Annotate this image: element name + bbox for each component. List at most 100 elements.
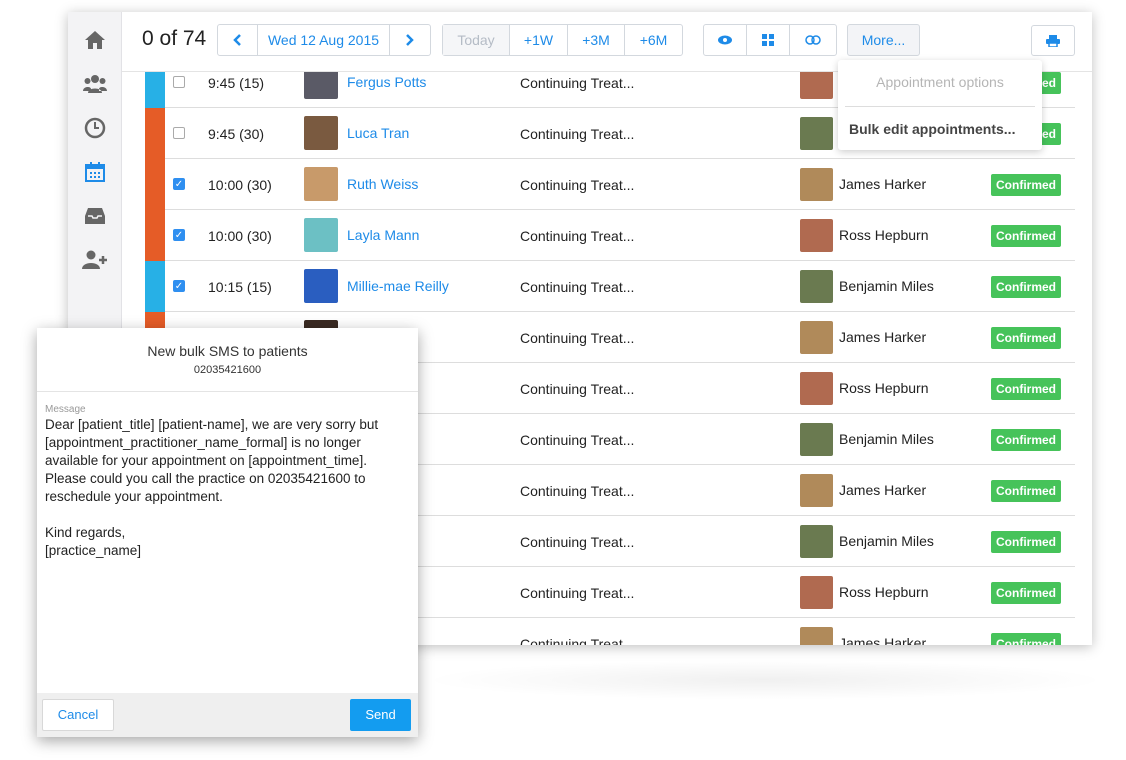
- eye-icon[interactable]: [704, 25, 748, 55]
- more-button[interactable]: More...: [847, 24, 920, 56]
- status-badge: Confirmed: [991, 378, 1061, 400]
- patient-name-link[interactable]: Layla Mann: [347, 227, 419, 243]
- plus-1w-button[interactable]: +1W: [510, 25, 568, 55]
- practitioner-name: Ross Hepburn: [839, 584, 929, 600]
- status-stripe: [145, 159, 165, 210]
- appointment-type: Continuing Treat...: [520, 636, 635, 645]
- table-row[interactable]: ✓ 10:15 (15) Millie-mae Reilly Continuin…: [145, 261, 1075, 312]
- patient-avatar: [304, 167, 338, 201]
- appointment-type: Continuing Treat...: [520, 228, 635, 244]
- patient-avatar: [304, 116, 338, 150]
- send-button[interactable]: Send: [350, 699, 411, 731]
- message-label: Message: [45, 404, 86, 415]
- appointment-time: 10:15 (15): [208, 279, 272, 295]
- table-row[interactable]: ✓ 10:00 (30) Layla Mann Continuing Treat…: [145, 210, 1075, 261]
- practitioner-avatar: [800, 321, 833, 354]
- practitioner-name: James Harker: [839, 329, 927, 345]
- appointment-type: Continuing Treat...: [520, 279, 635, 295]
- row-checkbox[interactable]: [173, 127, 185, 139]
- row-checkbox[interactable]: ✓: [173, 229, 185, 241]
- printer-icon: [1032, 26, 1074, 55]
- inbox-icon[interactable]: [81, 202, 109, 230]
- today-button[interactable]: Today: [443, 25, 510, 55]
- print-button[interactable]: [1031, 25, 1075, 56]
- appointment-type: Continuing Treat...: [520, 534, 635, 550]
- appointment-type: Continuing Treat...: [520, 330, 635, 346]
- home-icon[interactable]: [81, 26, 109, 54]
- practitioner-avatar: [800, 372, 833, 405]
- status-badge: Confirmed: [991, 531, 1061, 553]
- status-stripe: [145, 261, 165, 312]
- practitioner-name: Ross Hepburn: [839, 227, 929, 243]
- calendar-icon[interactable]: [81, 158, 109, 186]
- status-stripe: [145, 108, 165, 159]
- patient-name-link[interactable]: Fergus Potts: [347, 74, 426, 90]
- jump-buttons: Today +1W +3M +6M: [442, 24, 683, 56]
- patients-icon[interactable]: [81, 70, 109, 98]
- status-badge: Confirmed: [991, 582, 1061, 604]
- date-navigator: Wed 12 Aug 2015: [217, 24, 431, 56]
- practitioner-avatar: [800, 474, 833, 507]
- appointment-time: 10:00 (30): [208, 177, 272, 193]
- view-buttons: [703, 24, 837, 56]
- table-row[interactable]: ✓ 10:00 (30) Ruth Weiss Continuing Treat…: [145, 159, 1075, 210]
- appointment-type: Continuing Treat...: [520, 483, 635, 499]
- dialog-title: New bulk SMS to patients: [147, 343, 308, 359]
- bulk-sms-dialog: New bulk SMS to patients 02035421600 Mes…: [37, 328, 418, 737]
- status-badge: Confirmed: [991, 174, 1061, 196]
- patient-name-link[interactable]: Luca Tran: [347, 125, 409, 141]
- row-checkbox[interactable]: ✓: [173, 178, 185, 190]
- clock-icon[interactable]: [81, 114, 109, 142]
- patient-avatar: [304, 218, 338, 252]
- practitioner-name: Benjamin Miles: [839, 533, 934, 549]
- practitioner-avatar: [800, 627, 833, 645]
- practitioner-name: Benjamin Miles: [839, 278, 934, 294]
- message-textarea[interactable]: Dear [patient_title] [patient-name], we …: [45, 416, 411, 560]
- shadow-reflection: [420, 660, 1110, 700]
- plus-6m-button[interactable]: +6M: [625, 25, 682, 55]
- practitioner-name: James Harker: [839, 176, 927, 192]
- appointment-type: Continuing Treat...: [520, 381, 635, 397]
- practitioner-avatar: [800, 423, 833, 456]
- practitioner-avatar: [800, 270, 833, 303]
- appointment-type: Continuing Treat...: [520, 177, 635, 193]
- bulk-edit-menu-item[interactable]: Bulk edit appointments...: [849, 121, 1015, 137]
- status-badge: Confirmed: [991, 429, 1061, 451]
- practitioner-avatar: [800, 576, 833, 609]
- practitioner-avatar: [800, 117, 833, 150]
- appointment-type: Continuing Treat...: [520, 75, 635, 91]
- date-picker[interactable]: Wed 12 Aug 2015: [258, 25, 391, 55]
- menu-divider: [845, 106, 1035, 107]
- patient-name-link[interactable]: Millie-mae Reilly: [347, 278, 449, 294]
- appointment-type: Continuing Treat...: [520, 585, 635, 601]
- toggle-icon[interactable]: [790, 25, 836, 55]
- row-checkbox[interactable]: [173, 76, 185, 88]
- grid-icon[interactable]: [747, 25, 790, 55]
- chevron-left-icon[interactable]: [218, 25, 258, 55]
- status-badge: Confirmed: [991, 633, 1061, 645]
- cancel-button[interactable]: Cancel: [42, 699, 114, 731]
- practitioner-avatar: [800, 168, 833, 201]
- patient-name-link[interactable]: Ruth Weiss: [347, 176, 418, 192]
- menu-header: Appointment options: [876, 74, 1004, 90]
- chevron-right-icon[interactable]: [390, 25, 430, 55]
- status-badge: Confirmed: [991, 276, 1061, 298]
- dialog-header: New bulk SMS to patients 02035421600: [37, 328, 418, 392]
- appointment-time: 10:00 (30): [208, 228, 272, 244]
- practitioner-name: Ross Hepburn: [839, 380, 929, 396]
- add-user-icon[interactable]: [81, 246, 109, 274]
- plus-3m-button[interactable]: +3M: [568, 25, 625, 55]
- status-badge: Confirmed: [991, 225, 1061, 247]
- appointment-time: 9:45 (15): [208, 75, 265, 91]
- practitioner-avatar: [800, 525, 833, 558]
- appointment-time: 9:45 (30): [208, 126, 265, 142]
- practitioner-name: Benjamin Miles: [839, 431, 934, 447]
- patient-avatar: [304, 269, 338, 303]
- selection-count: 0 of 74: [142, 27, 207, 50]
- appointment-options-menu: Appointment options Bulk edit appointmen…: [838, 60, 1042, 150]
- status-badge: Confirmed: [991, 327, 1061, 349]
- dialog-footer: Cancel Send: [37, 693, 418, 737]
- dialog-phone: 02035421600: [193, 364, 262, 376]
- appointment-type: Continuing Treat...: [520, 432, 635, 448]
- row-checkbox[interactable]: ✓: [173, 280, 185, 292]
